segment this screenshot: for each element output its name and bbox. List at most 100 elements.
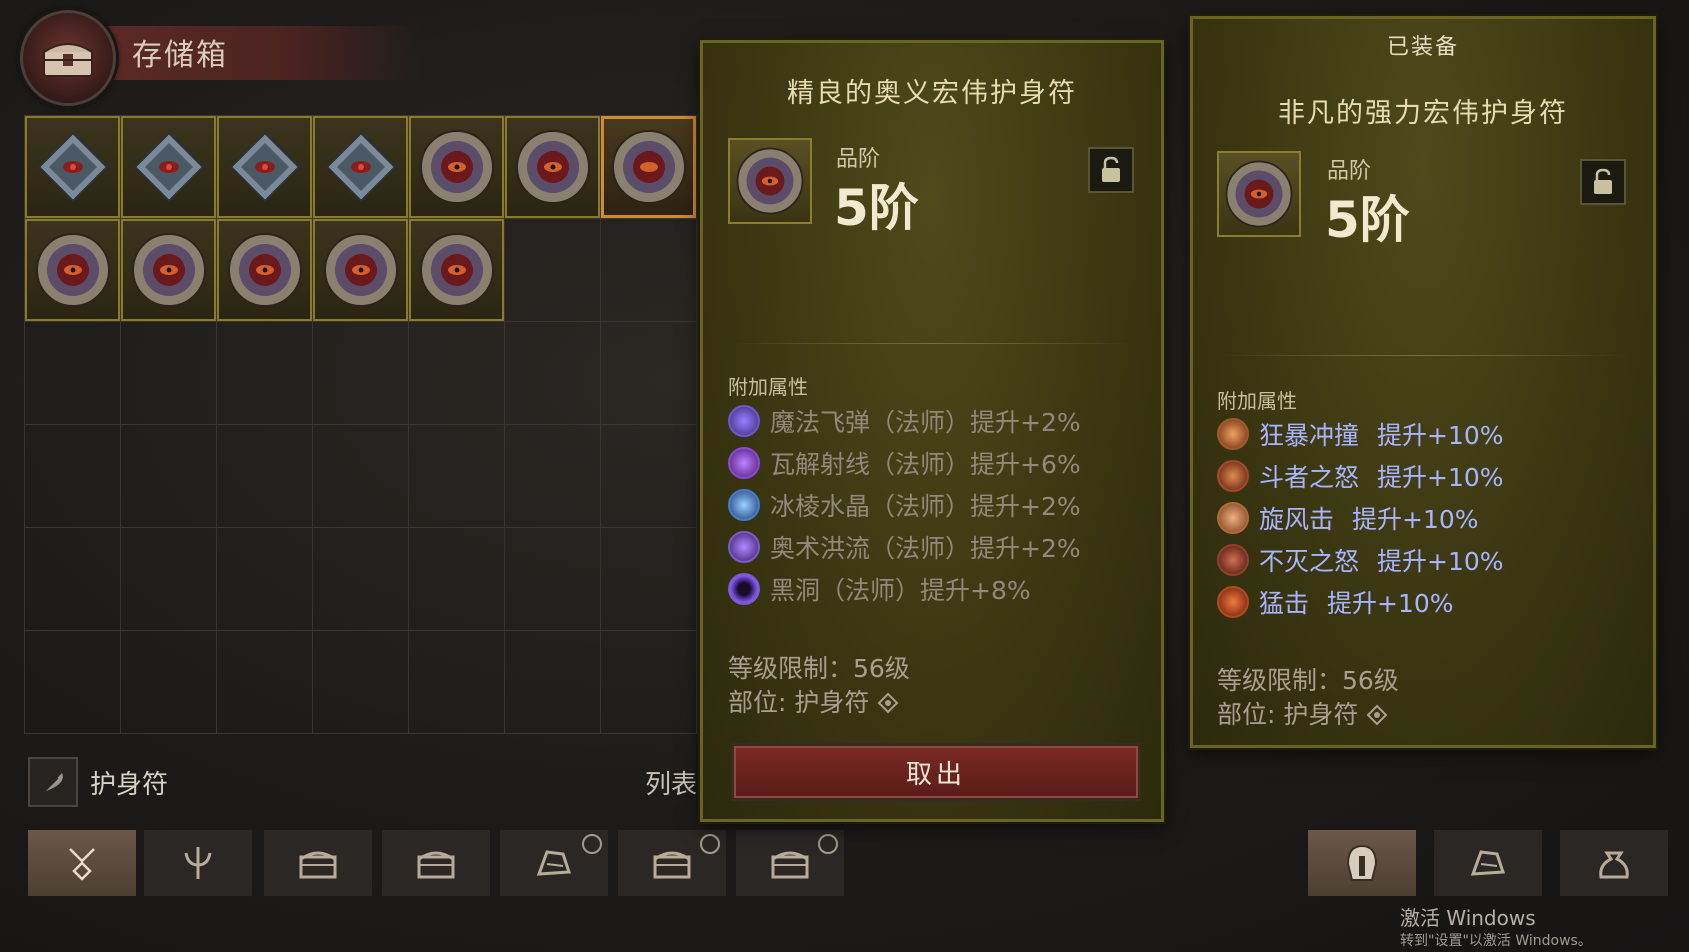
undying-rage-icon bbox=[1217, 544, 1249, 576]
clock-icon bbox=[582, 834, 602, 854]
ice-crystal-icon bbox=[728, 489, 760, 521]
tab-weapon[interactable] bbox=[144, 830, 252, 896]
stash-slot-empty[interactable] bbox=[121, 322, 217, 425]
tab-character-bag[interactable] bbox=[1560, 830, 1668, 896]
unlock-icon bbox=[1102, 156, 1120, 182]
lock-button[interactable] bbox=[1580, 159, 1626, 205]
grand-amulet-icon bbox=[131, 233, 206, 307]
silver-amulet-icon bbox=[325, 131, 396, 203]
item-icon bbox=[1217, 151, 1301, 237]
item-tooltip-equipped: 已装备 非凡的强力宏伟护身符 品阶 5阶 附加属性 狂暴冲撞 提升+10% 斗者之… bbox=[1190, 16, 1656, 748]
stash-slot-empty[interactable] bbox=[601, 528, 697, 631]
stash-slot-empty[interactable] bbox=[505, 219, 601, 322]
arcane-torrent-icon bbox=[728, 531, 760, 563]
chest-icon bbox=[20, 10, 116, 106]
stash-slot-empty[interactable] bbox=[121, 425, 217, 528]
stash-slot-empty[interactable] bbox=[313, 425, 409, 528]
stash-slot-amulet-silver[interactable] bbox=[313, 116, 409, 219]
stash-slot-empty[interactable] bbox=[505, 322, 601, 425]
stash-slot-amulet-grand[interactable] bbox=[313, 219, 409, 322]
grand-amulet-icon bbox=[736, 147, 804, 215]
whirlwind-icon bbox=[1217, 502, 1249, 534]
filter-label: 护身符 bbox=[90, 770, 169, 800]
item-tooltip-stash: 精良的奥义宏伟护身符 品阶 5阶 附加属性 魔法飞弹（法师） 提升+2% 瓦解射线… bbox=[700, 40, 1164, 822]
stash-slot-empty[interactable] bbox=[601, 631, 697, 734]
stash-slot-amulet-grand[interactable] bbox=[409, 219, 505, 322]
affix-row: 狂暴冲撞 提升+10% bbox=[1217, 415, 1504, 453]
item-name: 非凡的强力宏伟护身符 bbox=[1278, 98, 1568, 129]
grade-value: 5阶 bbox=[834, 179, 919, 237]
stash-slot-empty[interactable] bbox=[409, 528, 505, 631]
stash-slot-amulet-selected[interactable] bbox=[601, 116, 697, 219]
stash-slot-empty[interactable] bbox=[505, 425, 601, 528]
stash-slot-empty[interactable] bbox=[313, 322, 409, 425]
stash-slot-empty[interactable] bbox=[121, 631, 217, 734]
tab-amulet[interactable] bbox=[28, 830, 136, 896]
stash-slot-empty[interactable] bbox=[505, 631, 601, 734]
grand-amulet-icon bbox=[515, 130, 590, 204]
stash-slot-empty[interactable] bbox=[409, 631, 505, 734]
tab-character-gauntlet[interactable] bbox=[1434, 830, 1542, 896]
affix-section-label: 附加属性 bbox=[728, 375, 808, 399]
clock-icon bbox=[700, 834, 720, 854]
take-out-button[interactable]: 取出 bbox=[731, 743, 1141, 801]
stash-slot-empty[interactable] bbox=[121, 528, 217, 631]
clock-icon bbox=[818, 834, 838, 854]
tab-chest-1[interactable] bbox=[264, 830, 372, 896]
stash-slot-amulet-grand[interactable] bbox=[25, 219, 121, 322]
black-hole-icon bbox=[728, 573, 760, 605]
tab-gauntlet-timed[interactable] bbox=[500, 830, 608, 896]
stash-slot-empty[interactable] bbox=[217, 631, 313, 734]
stash-slot-amulet-silver[interactable] bbox=[25, 116, 121, 219]
tab-character-helmet[interactable] bbox=[1308, 830, 1416, 896]
stash-title: 存储箱 bbox=[132, 38, 228, 73]
stash-slot-empty[interactable] bbox=[313, 528, 409, 631]
item-icon bbox=[728, 138, 812, 224]
tab-chest-timed-2[interactable] bbox=[736, 830, 844, 896]
stash-slot-amulet-grand[interactable] bbox=[409, 116, 505, 219]
list-view-button[interactable]: 列表 bbox=[645, 764, 697, 801]
stash-slot-empty[interactable] bbox=[217, 425, 313, 528]
grand-amulet-icon bbox=[1225, 160, 1293, 228]
stash-slot-amulet-silver[interactable] bbox=[121, 116, 217, 219]
stash-slot-empty[interactable] bbox=[25, 425, 121, 528]
affix-row: 猛击 提升+10% bbox=[1217, 583, 1454, 621]
gauntlet-icon bbox=[536, 850, 572, 876]
stash-slot-empty[interactable] bbox=[601, 219, 697, 322]
stash-slot-empty[interactable] bbox=[409, 322, 505, 425]
equipped-label: 已装备 bbox=[1386, 35, 1459, 60]
affix-row: 魔法飞弹（法师） 提升+2% bbox=[728, 402, 1081, 440]
silver-amulet-icon bbox=[229, 131, 300, 203]
gauntlet-icon bbox=[1470, 850, 1506, 876]
amulet-slot-icon bbox=[1366, 704, 1388, 726]
stash-slot-empty[interactable] bbox=[25, 631, 121, 734]
stash-slot-amulet-grand[interactable] bbox=[121, 219, 217, 322]
item-slot: 部位: 护身符 bbox=[728, 683, 899, 719]
stash-slot-empty[interactable] bbox=[25, 528, 121, 631]
stash-slot-empty[interactable] bbox=[601, 425, 697, 528]
tab-chest-timed-1[interactable] bbox=[618, 830, 726, 896]
lock-button[interactable] bbox=[1088, 147, 1134, 193]
grand-amulet-icon bbox=[323, 233, 398, 307]
bag-icon bbox=[1599, 851, 1629, 879]
stash-slot-empty[interactable] bbox=[217, 528, 313, 631]
stash-slot-empty[interactable] bbox=[25, 322, 121, 425]
stash-slot-amulet-silver[interactable] bbox=[217, 116, 313, 219]
stash-slot-amulet-grand[interactable] bbox=[505, 116, 601, 219]
affix-row: 旋风击 提升+10% bbox=[1217, 499, 1479, 537]
amulet-tab-icon bbox=[69, 848, 95, 881]
stash-slot-empty[interactable] bbox=[601, 322, 697, 425]
grade-value: 5阶 bbox=[1325, 191, 1410, 249]
filter-toggle[interactable] bbox=[28, 757, 78, 807]
silver-amulet-icon bbox=[37, 131, 108, 203]
stash-slot-amulet-grand[interactable] bbox=[217, 219, 313, 322]
tab-chest-2[interactable] bbox=[382, 830, 490, 896]
chest-icon bbox=[653, 851, 691, 879]
stash-slot-empty[interactable] bbox=[505, 528, 601, 631]
stash-slot-empty[interactable] bbox=[313, 631, 409, 734]
stash-slot-empty[interactable] bbox=[409, 425, 505, 528]
disintegrate-icon bbox=[728, 447, 760, 479]
affix-row: 不灭之怒 提升+10% bbox=[1217, 541, 1504, 579]
stash-slot-empty[interactable] bbox=[217, 322, 313, 425]
grand-amulet-icon bbox=[419, 233, 494, 307]
